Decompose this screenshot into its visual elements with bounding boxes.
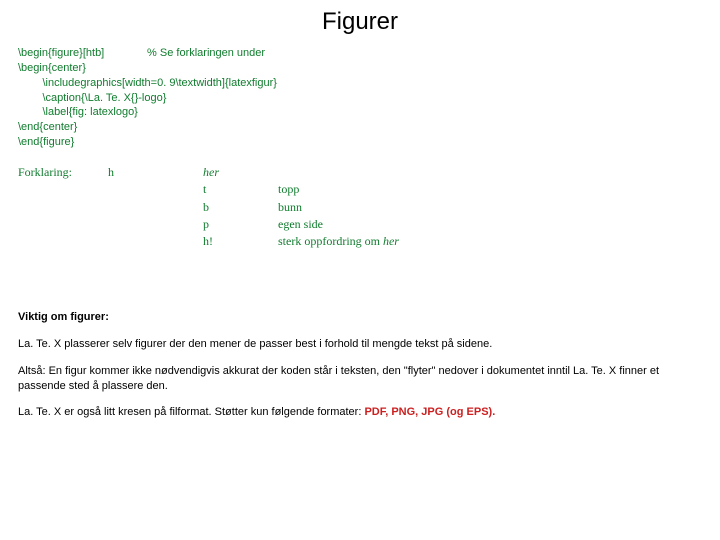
explain-value: bunn xyxy=(278,199,702,216)
explain-value: sterk oppfordring om xyxy=(278,234,383,248)
explain-item: b xyxy=(203,199,278,216)
explain-item: h! xyxy=(203,233,278,250)
explain-item: p xyxy=(203,216,278,233)
code-line: \begin{figure}[htb] xyxy=(18,47,104,59)
code-comment: % Se forklaringen under xyxy=(147,47,265,59)
supported-formats: PDF, PNG, JPG (og EPS). xyxy=(364,406,495,418)
page-title: Figurer xyxy=(18,8,702,36)
code-line: \begin{center} xyxy=(18,61,702,76)
explain-value: egen side xyxy=(278,216,702,233)
code-line: \label{fig: latexlogo} xyxy=(18,105,702,120)
code-line: \includegraphics[width=0. 9\textwidth]{l… xyxy=(18,76,702,91)
explain-italic: her xyxy=(383,234,399,248)
code-line: \end{figure} xyxy=(18,135,702,150)
explain-label: Forklaring: xyxy=(18,164,108,181)
explain-item: her xyxy=(203,165,219,179)
section-heading: Viktig om figurer: xyxy=(18,311,702,323)
latex-code-block: \begin{figure}[htb] % Se forklaringen un… xyxy=(18,46,702,150)
paragraph: La. Te. X er også litt kresen på filform… xyxy=(18,405,702,420)
code-line: \end{center} xyxy=(18,120,702,135)
paragraph: La. Te. X plasserer selv figurer der den… xyxy=(18,337,702,352)
code-line: \caption{\La. Te. X{}-logo} xyxy=(18,91,702,106)
explain-item: t xyxy=(203,181,278,198)
explanation-table: Forklaring: h her t topp b bunn p egen s… xyxy=(18,164,702,251)
explain-value xyxy=(278,164,702,181)
paragraph: Altså: En figur kommer ikke nødvendigvis… xyxy=(18,364,702,394)
explain-value: topp xyxy=(278,181,702,198)
explain-key: h xyxy=(108,164,203,181)
